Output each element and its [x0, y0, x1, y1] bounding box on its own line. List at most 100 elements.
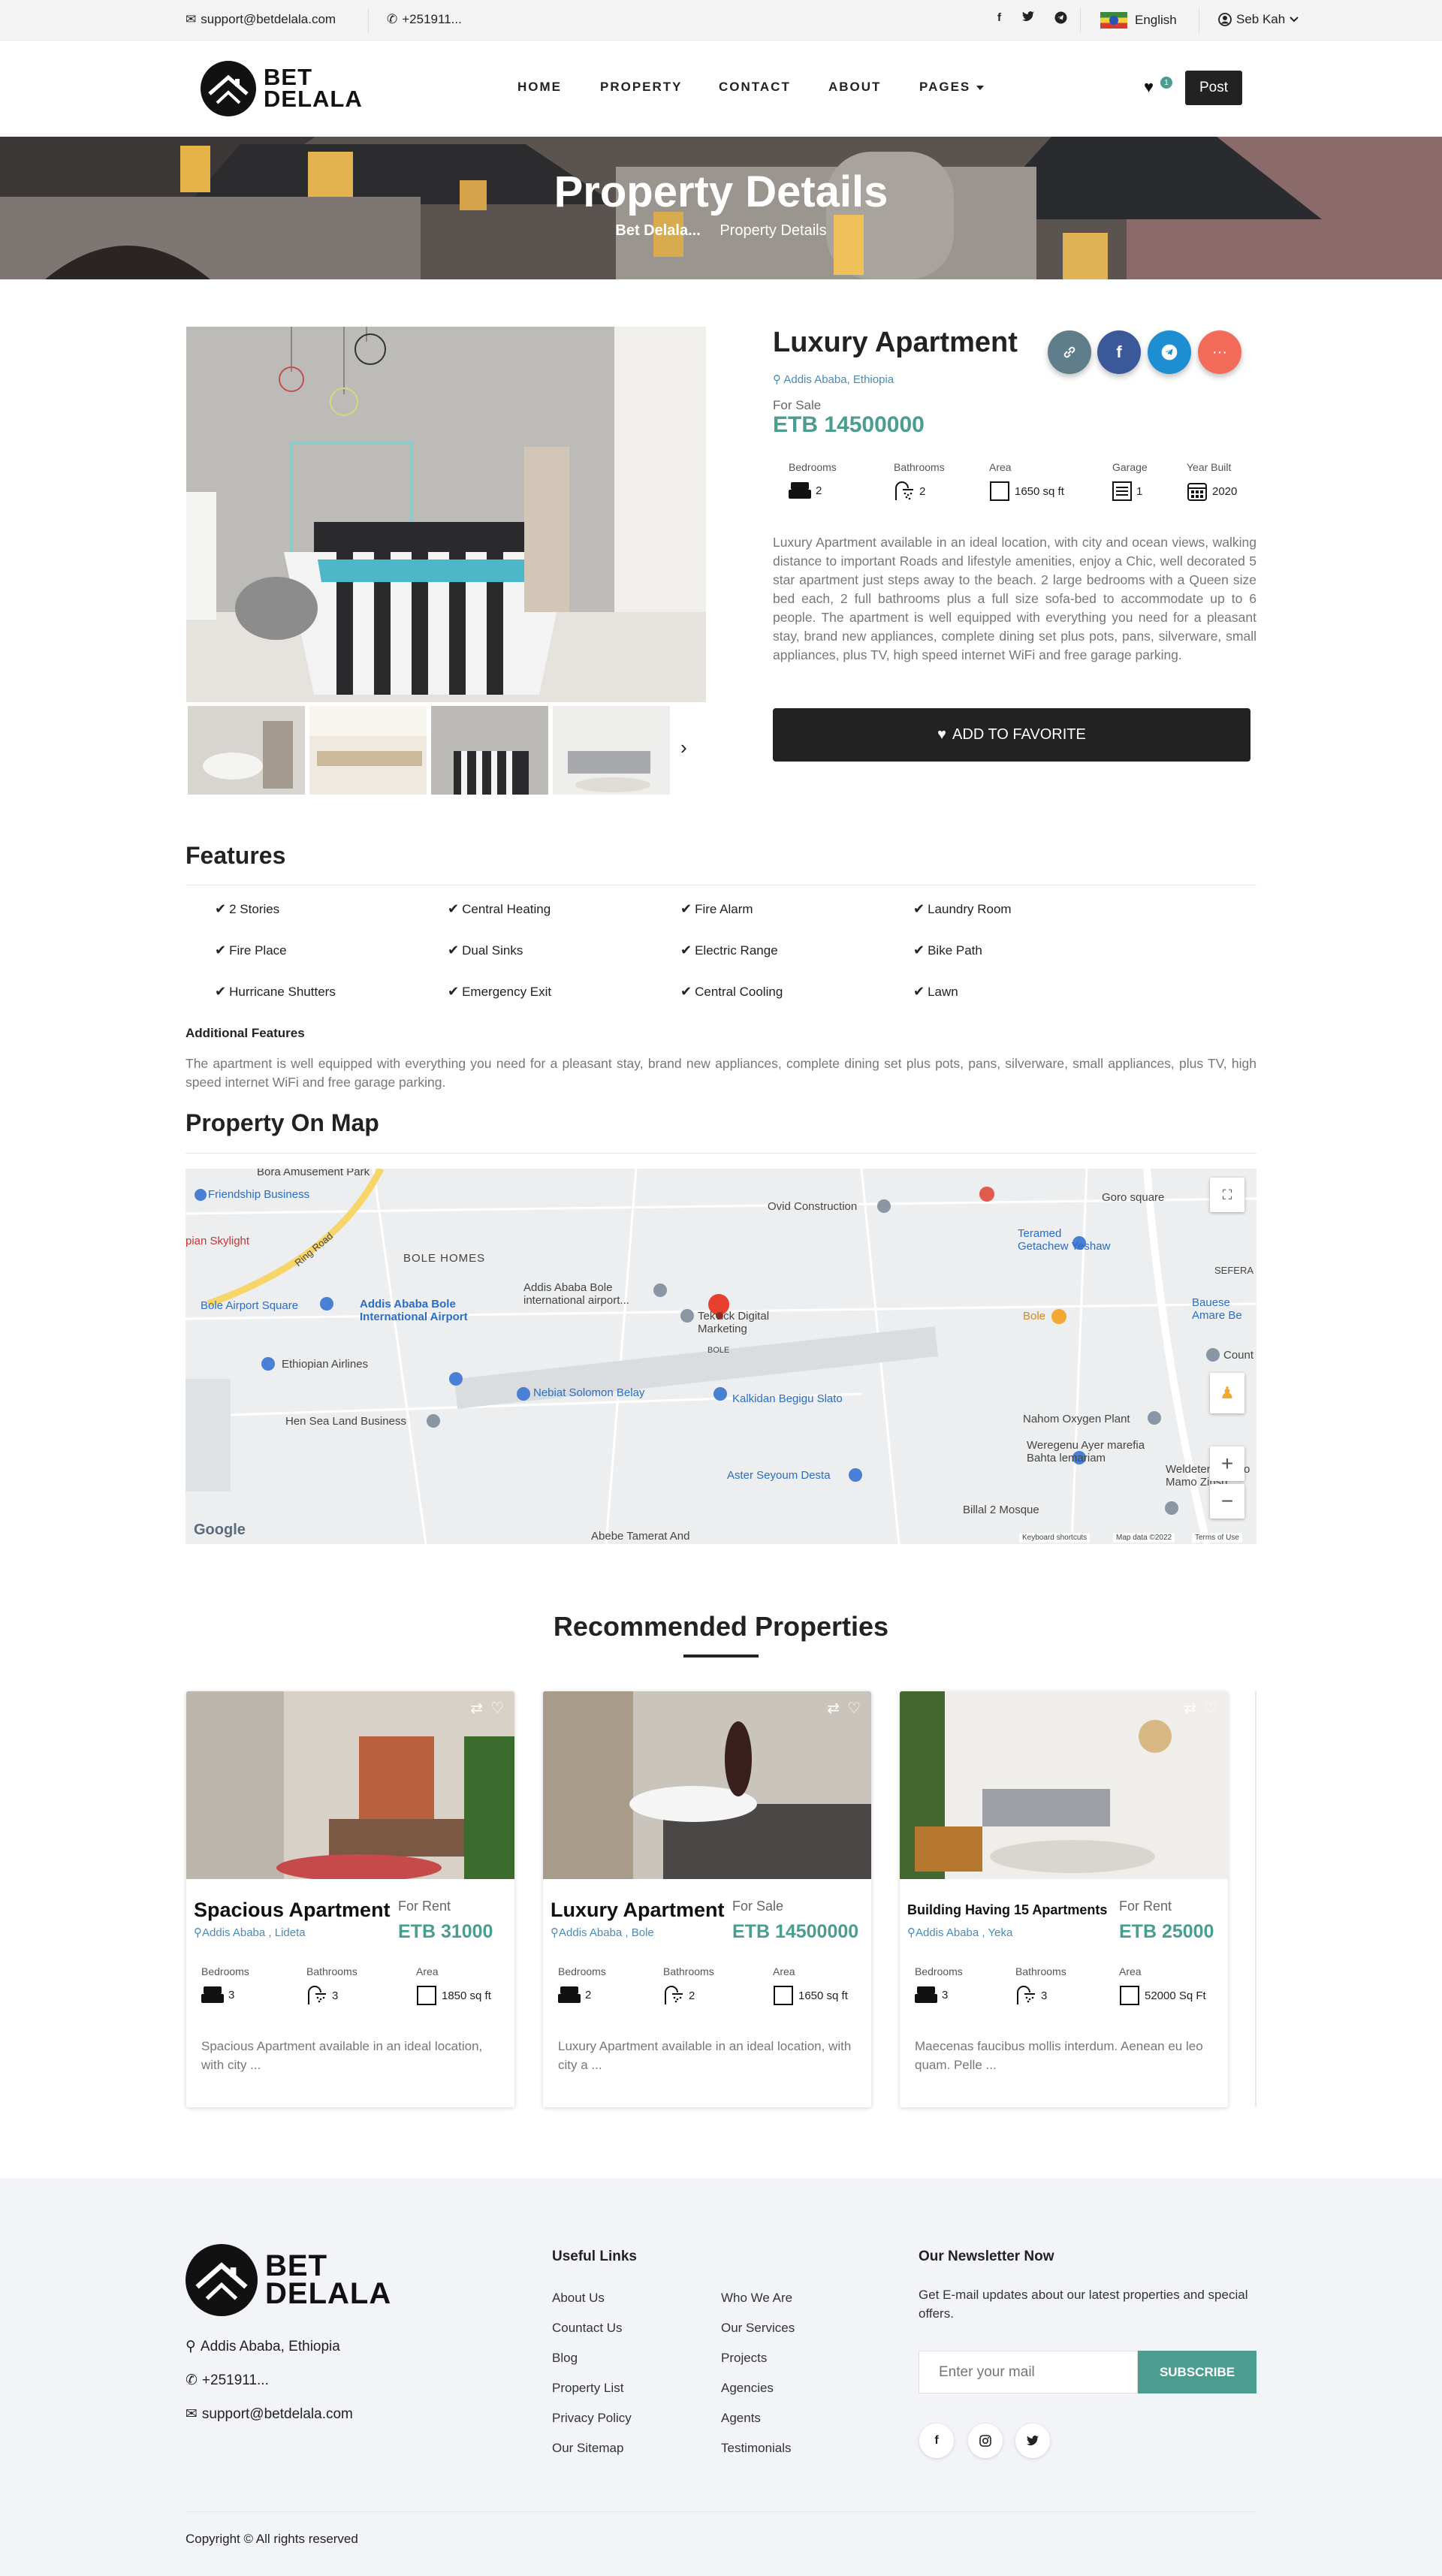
google-logo[interactable]: Google — [194, 1522, 246, 1539]
feature-item: ✔ Fire Alarm — [680, 901, 753, 917]
ethiopia-flag-icon — [1100, 12, 1127, 29]
share-telegram-button[interactable] — [1148, 330, 1191, 374]
language-selector[interactable]: English — [1100, 12, 1177, 29]
feature-label: Bike Path — [928, 943, 982, 958]
footer-facebook-icon[interactable]: f — [919, 2424, 954, 2458]
zoom-in-icon[interactable]: + — [1210, 1446, 1244, 1481]
subscribe-button[interactable]: SUBSCRIBE — [1138, 2351, 1256, 2394]
main-header: BET DELALA HOME PROPERTY CONTACT ABOUT P… — [0, 41, 1442, 137]
compare-icon[interactable]: ⇄ — [470, 1699, 483, 1718]
footer-link[interactable]: Our Services — [721, 2321, 795, 2336]
facebook-icon[interactable]: f — [997, 11, 1001, 24]
check-icon: ✔ — [448, 984, 460, 999]
map-keyboard-shortcuts[interactable]: Keyboard shortcuts — [1019, 1533, 1091, 1543]
favorites-link[interactable]: ♥ 1 — [1144, 77, 1172, 97]
twitter-icon[interactable] — [1022, 11, 1034, 22]
street-view-icon[interactable]: ♟ — [1210, 1373, 1244, 1413]
footer-link[interactable]: Property List — [552, 2381, 623, 2396]
breadcrumb-home[interactable]: Bet Delala... — [615, 222, 700, 239]
footer-link[interactable]: Who We Are — [721, 2291, 792, 2306]
nav-pages[interactable]: PAGES — [919, 80, 985, 95]
map-label-21: Nahom Oxygen Plant — [1023, 1413, 1130, 1425]
map-terms[interactable]: Terms of Use — [1192, 1533, 1242, 1543]
footer-phone[interactable]: ✆ +251911... — [186, 2372, 269, 2389]
bed-icon — [789, 481, 811, 500]
compare-icon[interactable]: ⇄ — [827, 1699, 840, 1718]
card-title[interactable]: Spacious Apartment — [194, 1899, 391, 1922]
heart-outline-icon[interactable]: ♡ — [1204, 1699, 1217, 1718]
footer-link[interactable]: Privacy Policy — [552, 2411, 632, 2426]
compare-icon[interactable]: ⇄ — [1184, 1699, 1196, 1718]
add-to-favorite-button[interactable]: ♥ ADD TO FAVORITE — [773, 708, 1250, 762]
thumbnail-bedroom[interactable] — [431, 706, 548, 795]
title-underline — [683, 1654, 759, 1658]
footer-logo[interactable]: BET DELALA — [186, 2244, 391, 2316]
footer-link[interactable]: Agencies — [721, 2381, 774, 2396]
page-hero: Property Details Bet Delala... Property … — [0, 137, 1442, 279]
card-title[interactable]: Building Having 15 Apartments — [907, 1902, 1107, 1918]
heart-outline-icon[interactable]: ♡ — [847, 1699, 861, 1718]
zoom-out-icon[interactable]: − — [1210, 1484, 1244, 1519]
card-photo-3: ⇄ ♡ — [900, 1691, 1228, 1879]
heart-outline-icon[interactable]: ♡ — [490, 1699, 504, 1718]
footer-link[interactable]: Projects — [721, 2351, 767, 2366]
shower-icon — [1015, 1985, 1036, 2006]
topbar-email[interactable]: ✉ support@betdelala.com — [186, 12, 336, 27]
footer-link[interactable]: Agents — [721, 2411, 761, 2426]
map-label-20: Count — [1223, 1349, 1254, 1362]
shower-icon — [306, 1985, 327, 2006]
footer-link[interactable]: About Us — [552, 2291, 605, 2306]
map-label-9: Nebiat Solomon Belay — [533, 1386, 645, 1399]
card-location: ⚲Addis Ababa , Bole — [551, 1926, 654, 1939]
card-title[interactable]: Luxury Apartment — [551, 1899, 725, 1922]
more-share-button[interactable]: ··· — [1198, 330, 1241, 374]
card-spec-bathrooms: Bathrooms 3 — [1015, 1965, 1066, 2006]
newsletter-title: Our Newsletter Now — [919, 2249, 1054, 2264]
footer-link[interactable]: Countact Us — [552, 2321, 623, 2336]
footer-email[interactable]: ✉ support@betdelala.com — [186, 2406, 353, 2423]
property-card-3[interactable]: ⇄ ♡ Building Having 15 Apartments ⚲Addis … — [900, 1691, 1228, 2107]
footer-twitter-icon[interactable] — [1015, 2424, 1050, 2458]
thumbnail-living-room[interactable] — [553, 706, 670, 795]
spec-bedrooms: Bedrooms 2 — [789, 461, 837, 500]
footer-instagram-icon[interactable] — [968, 2424, 1003, 2458]
share-facebook-button[interactable]: f — [1097, 330, 1141, 374]
newsletter-email-input[interactable] — [919, 2351, 1138, 2394]
nav-home[interactable]: HOME — [517, 80, 562, 95]
nav-contact[interactable]: CONTACT — [719, 80, 791, 95]
footer-link[interactable]: Our Sitemap — [552, 2441, 623, 2456]
property-card-1[interactable]: ⇄ ♡ Spacious Apartment ⚲Addis Ababa , Lid… — [186, 1691, 514, 2107]
map-label-4: BOLE HOMES — [403, 1252, 486, 1265]
main-property-photo[interactable] — [186, 327, 706, 702]
property-card-2[interactable]: ⇄ ♡ Luxury Apartment ⚲Addis Ababa , Bole … — [543, 1691, 871, 2107]
topbar-phone[interactable]: ✆ +251911... — [387, 12, 462, 27]
thumbnail-bathroom[interactable] — [188, 706, 305, 795]
nav-property[interactable]: PROPERTY — [600, 80, 683, 95]
chevron-right-icon[interactable]: › — [680, 736, 687, 759]
property-status: For Sale — [773, 398, 822, 412]
fullscreen-icon[interactable]: ⛶ — [1210, 1178, 1244, 1212]
copy-link-button[interactable] — [1048, 330, 1091, 374]
feature-item: ✔ Electric Range — [680, 943, 778, 958]
feature-label: Emergency Exit — [462, 984, 552, 999]
feature-item: ✔ Dual Sinks — [448, 943, 523, 958]
recommended-title: Recommended Properties — [553, 1611, 889, 1642]
user-menu[interactable]: Seb Kah — [1218, 12, 1299, 27]
thumbnail-kitchen[interactable] — [309, 706, 427, 795]
footer-link[interactable]: Blog — [552, 2351, 578, 2366]
post-button[interactable]: Post — [1185, 71, 1242, 105]
feature-item: ✔ Fire Place — [215, 943, 287, 958]
map-marker-icon: ⚲ — [194, 1926, 202, 1939]
telegram-icon — [1161, 344, 1178, 360]
property-map[interactable]: Bora Amusement Park Friendship Business … — [186, 1169, 1256, 1544]
site-logo[interactable]: BET DELALA — [201, 61, 363, 116]
nav-about[interactable]: ABOUT — [828, 80, 881, 95]
card-status: For Rent — [1119, 1899, 1172, 1914]
telegram-icon[interactable] — [1054, 11, 1067, 24]
spec-bathrooms: Bathrooms 2 — [894, 461, 945, 502]
chevron-down-icon — [1290, 17, 1299, 23]
feature-item: ✔ Laundry Room — [913, 901, 1012, 917]
map-label-2: pian Skylight — [186, 1235, 250, 1247]
footer-link[interactable]: Testimonials — [721, 2441, 792, 2456]
property-location: ⚲ Addis Ababa, Ethiopia — [773, 373, 894, 386]
